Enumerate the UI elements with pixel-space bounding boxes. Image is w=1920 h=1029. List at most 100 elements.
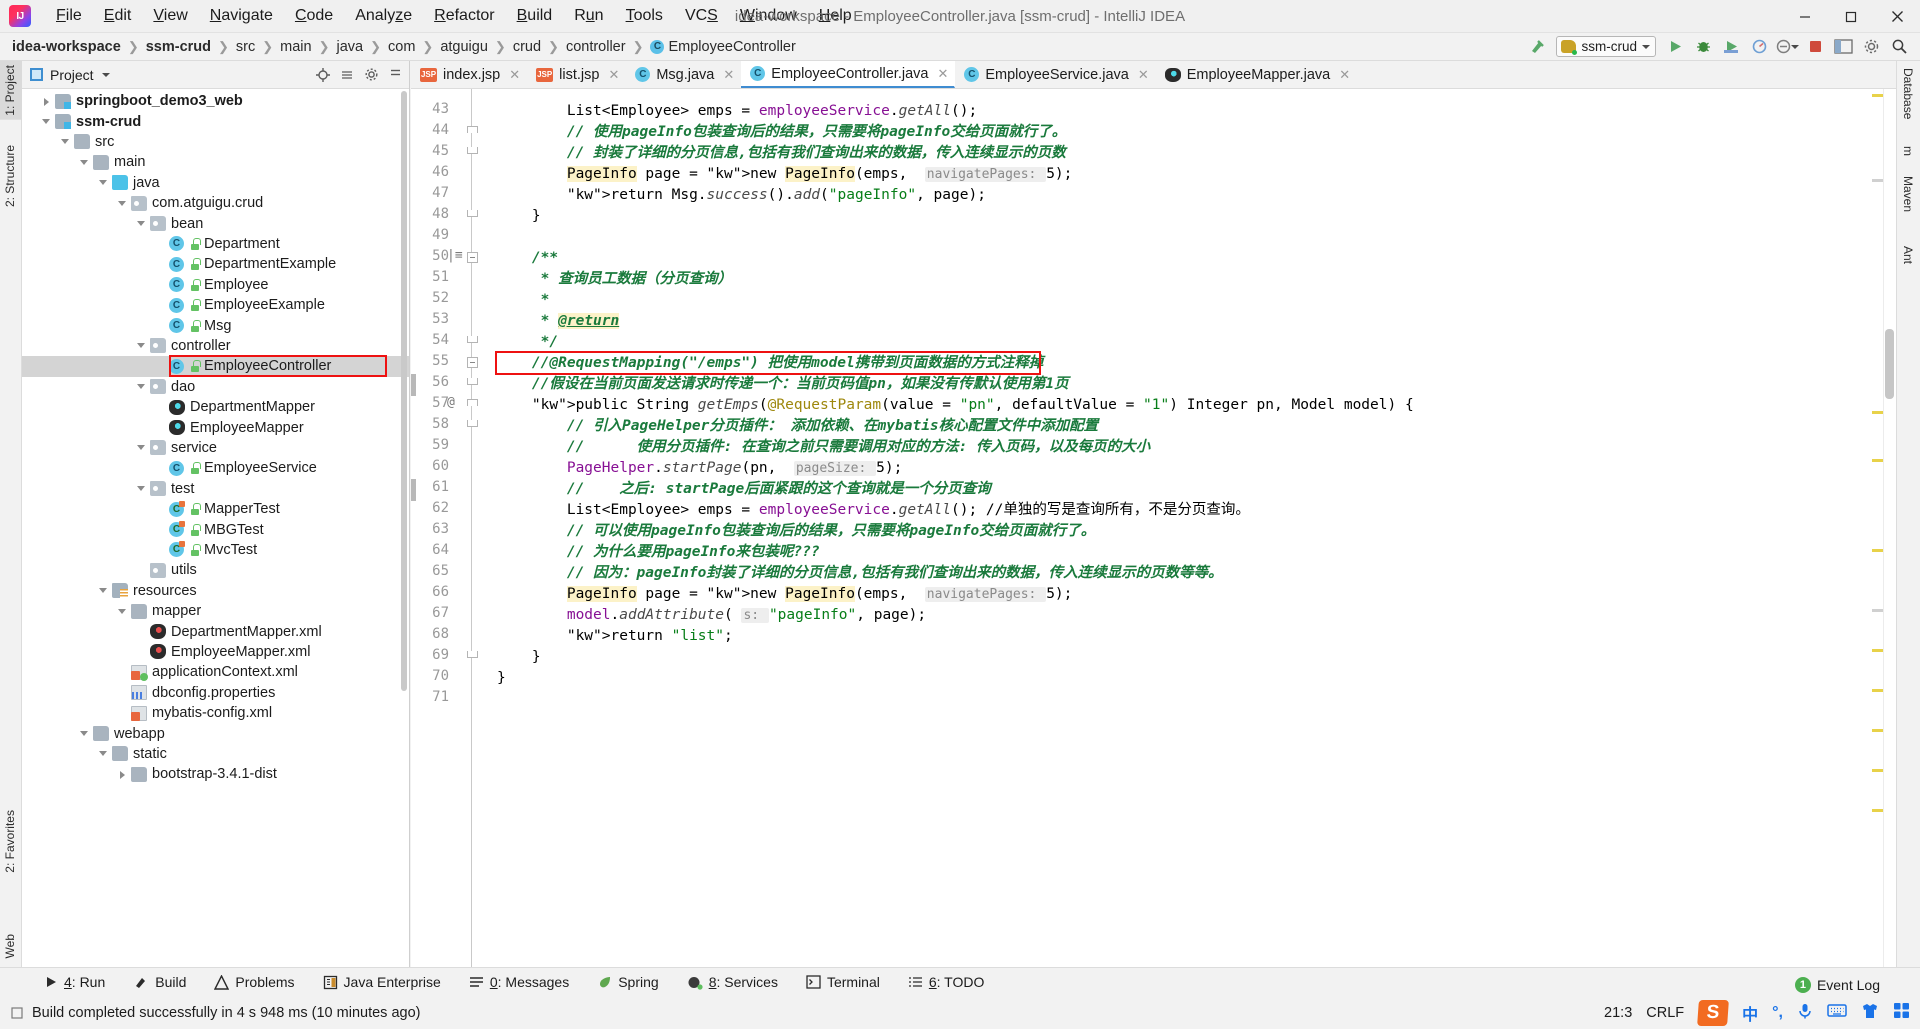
chevron-right-icon[interactable] [117,769,128,780]
editor-marker[interactable] [1872,179,1883,182]
menu-item-code[interactable]: Code [284,4,344,28]
project-tree-scrollbar[interactable] [401,91,407,691]
bottom-tool-java-enterprise[interactable]: Java Enterprise [309,974,455,990]
line-separator[interactable]: CRLF [1646,1005,1684,1021]
menu-item-file[interactable]: File [45,4,93,28]
tree-item[interactable]: main [22,152,409,172]
bottom-tool-4--run[interactable]: 4: Run [30,974,119,990]
tree-item[interactable]: C Department [22,234,409,254]
chevron-down-icon[interactable] [60,136,71,147]
gutter-annotation-icon[interactable]: @ [447,395,455,410]
settings-gear-icon[interactable] [1858,36,1884,58]
tree-item[interactable]: src [22,132,409,152]
code-fold-handle[interactable] [467,210,478,217]
bottom-tool-problems[interactable]: Problems [200,974,308,990]
tree-item[interactable]: applicationContext.xml [22,662,409,682]
ime-skin-icon[interactable] [1861,1003,1879,1023]
sogou-ime-logo-icon[interactable]: S [1697,999,1730,1026]
sidebar-item-ant[interactable]: Ant [1896,241,1920,269]
close-icon[interactable]: ✕ [937,66,948,82]
tree-item[interactable]: dao [22,377,409,397]
bottom-tool-terminal[interactable]: Terminal [792,974,894,990]
tree-item[interactable]: mapper [22,601,409,621]
breadcrumb-item-atguigu[interactable]: atguigu [438,39,490,55]
chevron-down-icon[interactable] [136,483,147,494]
close-button[interactable] [1874,0,1920,33]
caret-position[interactable]: 21:3 [1604,1005,1632,1021]
ime-language-indicator[interactable]: 中 [1742,1001,1758,1025]
tree-item[interactable]: springboot_demo3_web [22,91,409,111]
tree-item[interactable]: bean [22,213,409,233]
code-fold-handle[interactable] [467,357,478,368]
editor-tab-employeeservice-java[interactable]: C EmployeeService.java ✕ [955,61,1155,88]
editor-marker[interactable] [1872,649,1883,652]
editor-scrollbar[interactable] [1883,89,1896,967]
chevron-down-icon[interactable] [79,728,90,739]
tree-item[interactable]: resources [22,581,409,601]
collapse-all-icon[interactable] [337,65,357,85]
hide-panel-icon[interactable] [385,65,405,85]
breadcrumb-item-com[interactable]: com [386,39,417,55]
profiler-icon[interactable] [1746,36,1772,58]
close-icon[interactable]: ✕ [723,67,734,83]
close-icon[interactable]: ✕ [1339,67,1350,83]
settings-gear-icon[interactable] [361,65,381,85]
sidebar-item-maven[interactable]: Maven [1896,171,1920,217]
tree-item[interactable]: dbconfig.properties [22,683,409,703]
stop-button[interactable] [1802,36,1828,58]
chevron-down-icon[interactable] [98,177,109,188]
menu-item-build[interactable]: Build [506,4,564,28]
chevron-down-icon[interactable] [98,585,109,596]
menu-item-analyze[interactable]: Analyze [344,4,423,28]
tree-item[interactable]: service [22,438,409,458]
editor-tab-employeemapper-java[interactable]: EmployeeMapper.java ✕ [1156,61,1357,88]
editor-tab-msg-java[interactable]: C Msg.java ✕ [626,61,741,88]
breadcrumb-item-crud[interactable]: crud [511,39,543,55]
tree-item[interactable]: C Msg [22,315,409,335]
sidebar-item-m[interactable]: m [1896,141,1920,161]
tree-item[interactable]: DepartmentMapper [22,397,409,417]
editor-tab-index-jsp[interactable]: JSP index.jsp ✕ [411,61,527,88]
run-with-coverage-icon[interactable] [1718,36,1744,58]
code-text[interactable]: List<Employee> emps = employeeService.ge… [497,89,1896,967]
chevron-down-icon[interactable] [117,606,128,617]
chevron-down-icon[interactable] [98,748,109,759]
code-editor[interactable]: 43 44 45 46 47 48 49 50 |≡ 51 52 53 54 55 56 57 @58 59 60 6… [411,89,1896,967]
editor-gutter[interactable]: 43 44 45 46 47 48 49 50 |≡ 51 52 53 54 55 56 57 @58 59 60 6… [411,89,495,967]
chevron-right-icon[interactable] [41,96,52,107]
chevron-down-icon[interactable] [101,72,110,77]
editor-marker[interactable] [1872,769,1883,772]
editor-marker[interactable] [1872,729,1883,732]
chevron-down-icon[interactable] [41,116,52,127]
sidebar-item-database[interactable]: Database [1896,63,1920,124]
bottom-tool-build[interactable]: Build [119,974,200,990]
tree-item[interactable]: utils [22,560,409,580]
breadcrumb-item-ssm-crud[interactable]: ssm-crud [144,39,213,55]
menu-item-window[interactable]: Window [729,4,808,28]
chevron-down-icon[interactable] [136,340,147,351]
chevron-down-icon[interactable] [136,381,147,392]
bottom-tool-spring[interactable]: Spring [583,974,672,990]
project-tree[interactable]: springboot_demo3_web ssm-crud src main java c… [22,89,409,967]
bottom-tool-0--messages[interactable]: 0: Messages [455,974,583,990]
menu-item-help[interactable]: Help [808,4,863,28]
debug-icon[interactable] [1690,36,1716,58]
chevron-down-icon[interactable] [136,442,147,453]
tree-item[interactable]: bootstrap-3.4.1-dist [22,764,409,784]
run-icon[interactable] [1662,36,1688,58]
tree-item[interactable]: ssm-crud [22,111,409,131]
build-hammer-icon[interactable] [1524,36,1550,58]
code-fold-handle[interactable] [467,336,478,343]
ime-voice-icon[interactable] [1797,1002,1813,1024]
gutter-annotation-icon[interactable]: |≡ [447,248,463,263]
sidebar-item-favorites[interactable]: 2: Favorites [0,806,22,877]
breadcrumb-item-java[interactable]: java [335,39,366,55]
bottom-tool-8--services[interactable]: 8: Services [673,974,792,990]
layout-icon[interactable] [1830,36,1856,58]
tree-item[interactable]: controller [22,336,409,356]
editor-tab-employeecontroller-java[interactable]: C EmployeeController.java ✕ [741,61,956,88]
code-fold-handle[interactable] [467,651,478,658]
event-log-button[interactable]: 1 Event Log [1794,977,1880,993]
code-fold-handle[interactable] [467,399,478,406]
menu-item-tools[interactable]: Tools [615,4,674,28]
